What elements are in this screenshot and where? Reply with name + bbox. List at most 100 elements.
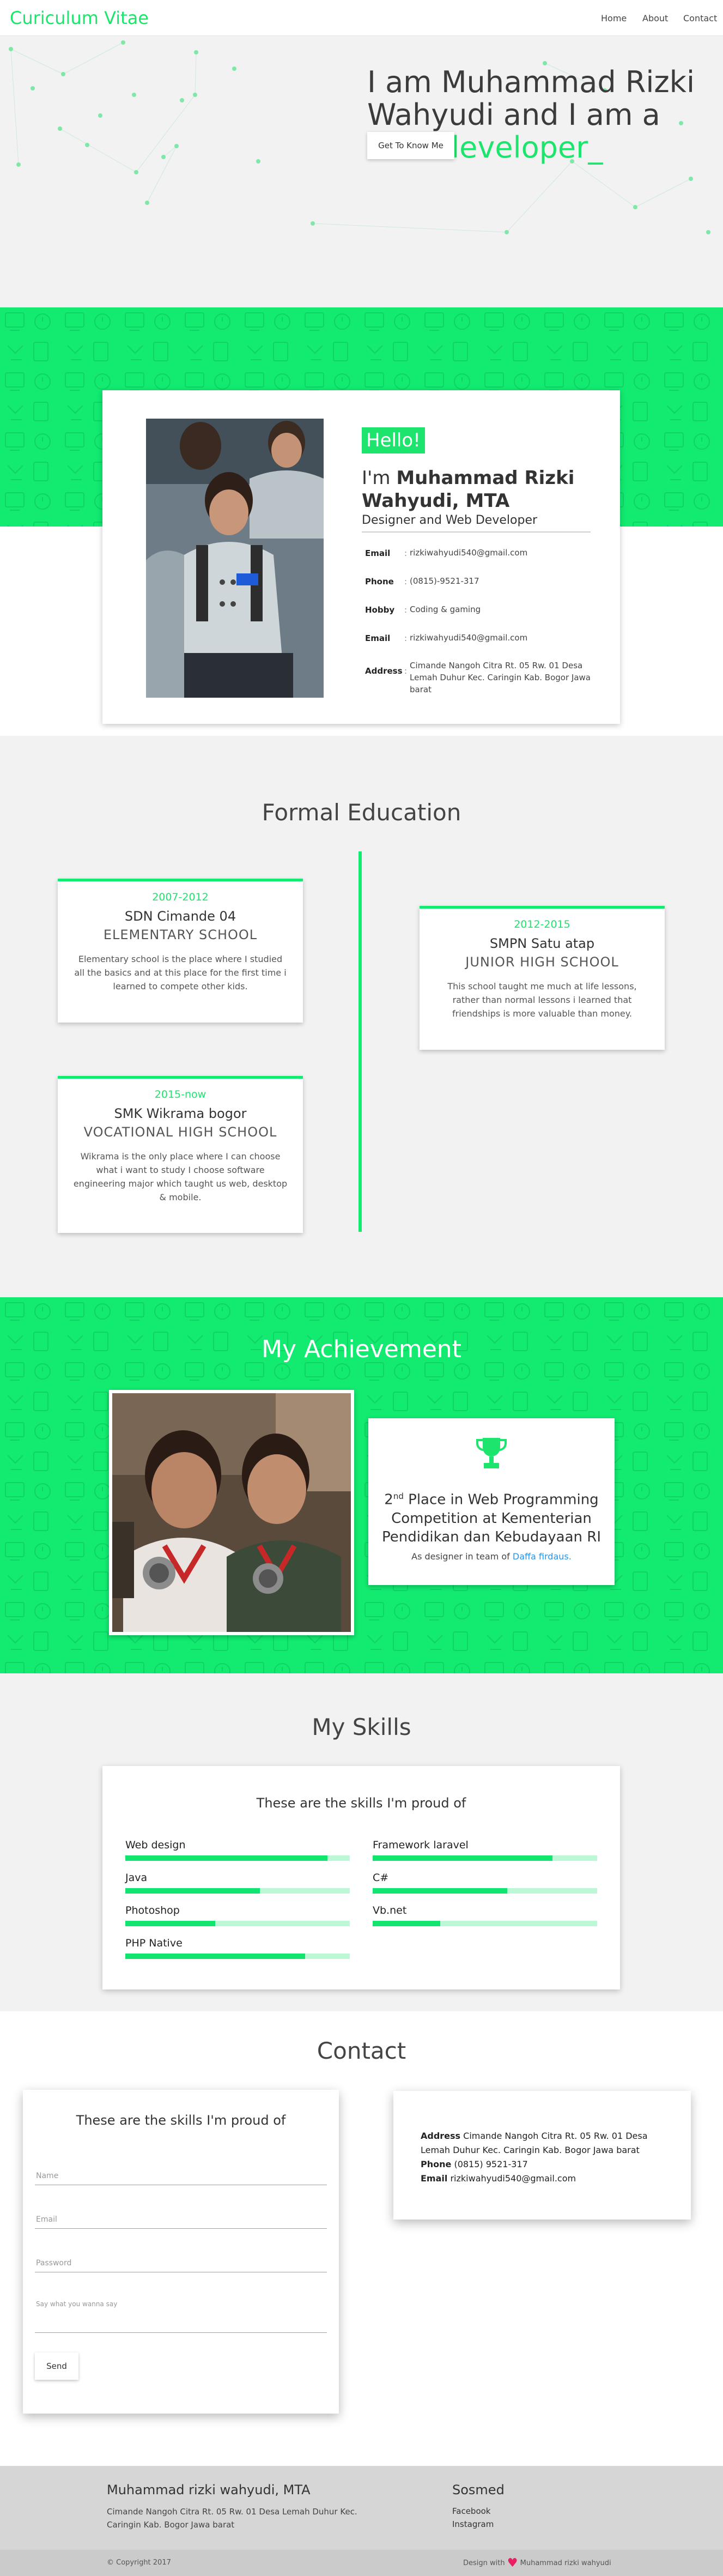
footer-social-title: Sosmed [452,2482,505,2498]
info-value-email-2: rizkiwahyudi540@gmail.com [410,633,528,643]
trophy-icon [476,1438,507,1468]
education-school: SDN Cimande 04 [124,909,236,924]
skill-label: C# [373,1872,389,1884]
skill-bar-fill [125,1954,305,1959]
profile-photo [146,419,324,698]
skill-bar-track [373,1921,597,1926]
skill-label: PHP Native [125,1937,183,1949]
instagram-link[interactable]: Instagram [452,2519,494,2529]
skill-bar-track [125,1888,350,1894]
info-sep: : [404,548,408,558]
info-sep: : [404,605,408,615]
skill-bar-fill [125,1855,327,1861]
achievement-card: 2nd Place in Web Programming Competition… [368,1418,615,1585]
skill-bar-fill [373,1855,552,1861]
profile-role: Designer and Web Developer [362,513,591,533]
address-label: Address [421,2131,461,2141]
contact-form-heading: These are the skills I'm proud of [76,2113,286,2128]
skill-bar-track [125,1954,350,1959]
skills-card: These are the skills I'm proud of Web de… [102,1766,620,1990]
skill-item: Web design [125,1839,350,1861]
achievement-text: 2nd Place in Web Programming Competition… [379,1487,604,1546]
skills-heading: These are the skills I'm proud of [256,1795,466,1811]
achievement-team: As designer in team of Daffa firdaus. [368,1551,615,1562]
nav-link-contact[interactable]: Contact [683,13,717,23]
info-value-email: rizkiwahyudi540@gmail.com [410,548,528,558]
name-input[interactable] [35,2172,327,2185]
education-year: 2012-2015 [514,918,570,930]
footer-name: Muhammad rizki wahyudi, MTA [107,2482,311,2498]
skill-label: Vb.net [373,1904,407,1916]
skill-item: Vb.net [373,1904,597,1926]
education-card: 2012-2015 SMPN Satu atap JUNIOR HIGH SCH… [420,906,665,1050]
message-textarea[interactable] [35,2300,327,2333]
achievement-place: 2 [384,1491,393,1508]
skill-bar-track [373,1888,597,1894]
skill-item: Java [125,1872,350,1894]
profile-name-prefix: I'm [362,467,397,489]
education-year: 2015-now [154,1089,206,1100]
info-sep: : [404,633,408,643]
education-school: SMK Wikrama bogor [114,1106,247,1121]
info-sep: : [404,577,408,586]
education-desc: This school taught me much at life lesso… [447,981,637,1019]
phone-label: Phone [421,2159,452,2169]
made-with-credit: Design with ♥ Muhammad rizki wahyudi [463,2556,611,2570]
education-level: ELEMENTARY SCHOOL [103,927,258,942]
password-input[interactable] [35,2259,327,2272]
skill-label: Photoshop [125,1904,180,1916]
skill-bar-track [125,1855,350,1861]
education-level: VOCATIONAL HIGH SCHOOL [83,1124,277,1140]
contact-address-text: Address Cimande Nangoh Citra Rt. 05 Rw. … [421,2129,671,2186]
brand-logo[interactable]: Curiculum Vitae [10,8,149,28]
education-level: JUNIOR HIGH SCHOOL [465,954,619,970]
footer-address: Cimande Nangoh Citra Rt. 05 Rw. 01 Desa … [107,2507,357,2530]
profile-card: Hello! I'm Muhammad Rizki Wahyudi, MTA D… [102,390,620,724]
contact-address-card: Address Cimande Nangoh Citra Rt. 05 Rw. … [393,2091,691,2220]
education-card: 2015-now SMK Wikrama bogor VOCATIONAL HI… [58,1076,303,1233]
skill-item: C# [373,1872,597,1894]
education-school: SMPN Satu atap [489,936,595,951]
contact-form-card: These are the skills I'm proud of Send [23,2090,339,2414]
skill-label: Java [125,1872,148,1884]
made-with-prefix: Design with [463,2559,505,2567]
info-value-address: Cimande Nangoh Citra Rt. 05 Rw. 01 Desa … [410,661,591,694]
achievement-photo [109,1390,354,1635]
get-to-know-me-button[interactable]: Get To Know Me [367,132,454,159]
skill-label: Framework laravel [373,1839,469,1851]
info-value-hobby: Coding & gaming [410,604,481,614]
education-card: 2007-2012 SDN Cimande 04 ELEMENTARY SCHO… [58,879,303,1023]
skill-bar-fill [373,1921,440,1926]
facebook-link[interactable]: Facebook [452,2506,490,2516]
hello-badge: Hello! [362,427,425,453]
skill-bar-fill [125,1921,215,1926]
made-with-author: Muhammad rizki wahyudi [520,2559,611,2567]
achievement-team-prefix: As designer in team of [411,1551,513,1562]
education-year: 2007-2012 [152,891,209,903]
skills-title: My Skills [312,1714,411,1740]
skill-bar-fill [125,1888,260,1894]
achievement-place-suffix: nd [393,1491,404,1501]
navbar: Curiculum Vitae Home About Contact [0,0,723,36]
hero-title-line1: I am Muhammad Rizki [367,65,695,99]
send-button[interactable]: Send [35,2353,78,2380]
skill-item: PHP Native [125,1937,350,1959]
info-label-phone: Phone [365,577,394,586]
achievement-photo-image [112,1393,351,1632]
email-input[interactable] [35,2215,327,2229]
info-label-address: Address [365,666,403,676]
info-value-phone: (0815)-9521-317 [410,576,479,586]
nav-link-about[interactable]: About [642,13,668,23]
profile-name: I'm Muhammad Rizki Wahyudi, MTA [362,467,596,512]
skill-item: Photoshop [125,1904,350,1926]
nav-link-home[interactable]: Home [601,13,627,23]
education-desc: Wikrama is the only place where I can ch… [73,1151,288,1202]
info-sep: : [404,666,408,676]
hero-section: I am Muhammad Rizki Wahyudi and I am a W… [0,36,723,307]
team-member-link[interactable]: Daffa firdaus. [513,1551,572,1562]
copyright: © Copyright 2017 [107,2559,171,2567]
hero-title-line2: Wahyudi and I am a [367,98,660,132]
skill-label: Web design [125,1839,186,1851]
email-label: Email [421,2173,448,2184]
skill-bar-fill [373,1888,508,1894]
